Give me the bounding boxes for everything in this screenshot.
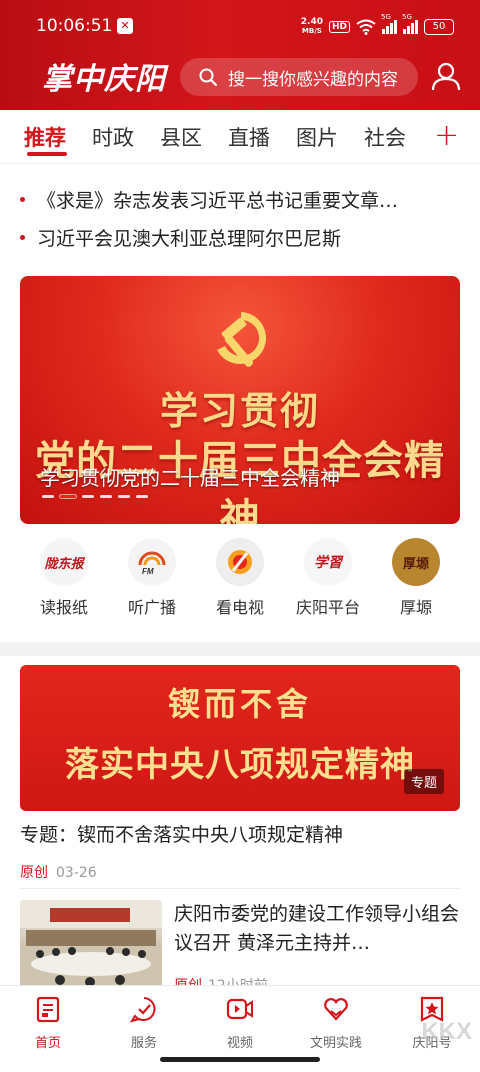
- add-channel-icon[interactable]: +: [434, 118, 459, 153]
- tab-counties[interactable]: 县区: [160, 122, 202, 152]
- shortcut-grid: 陇东报 读报纸 FM 听广播 看电视 学習 庆阳平台 厚塬 厚塬: [0, 538, 480, 624]
- carousel-dot-active[interactable]: [60, 495, 76, 498]
- search-icon: [199, 68, 218, 87]
- carousel-dot[interactable]: [136, 495, 148, 498]
- watermark: KKX: [421, 1018, 472, 1045]
- user-profile-icon[interactable]: [430, 60, 462, 92]
- carousel-dot[interactable]: [82, 495, 94, 498]
- tab-photos[interactable]: 图片: [296, 122, 338, 152]
- tv-logo-icon: [216, 538, 264, 586]
- notification-app-icon: ✕: [117, 18, 133, 34]
- shortcut-qingyang-platform[interactable]: 学習 庆阳平台: [283, 538, 373, 618]
- channel-tabs: 推荐 时政 县区 直播 图片 社会: [0, 110, 480, 164]
- radio-logo-icon: FM: [128, 538, 176, 586]
- status-icons: 2.40 MB/S HD 5G 5G 50: [300, 13, 454, 38]
- meeting-photo-icon: [20, 900, 162, 990]
- carousel-dot[interactable]: [42, 495, 54, 498]
- video-icon: [226, 998, 253, 1020]
- tab-live[interactable]: 直播: [228, 122, 270, 152]
- headline-text: 习近平会见澳大利亚总理阿尔巴尼斯: [37, 227, 342, 250]
- shortcut-label: 庆阳平台: [295, 598, 360, 617]
- headline-item[interactable]: 《求是》杂志发表习近平总书记重要文章…: [20, 182, 460, 216]
- houyuan-logo-icon: 厚塬: [392, 538, 440, 586]
- status-time: 10:06:51: [36, 16, 113, 36]
- hammer-sickle-icon: [217, 312, 267, 367]
- bullet-icon: [20, 234, 25, 240]
- search-bar[interactable]: 搜一搜你感兴趣的内容: [180, 58, 418, 96]
- tab-recommend[interactable]: 推荐: [24, 122, 66, 152]
- heart-hands-icon: [324, 998, 348, 1021]
- shortcut-houyuan[interactable]: 厚塬 厚塬: [371, 538, 461, 618]
- news-title[interactable]: 庆阳市委党的建设工作领导小组会议召开 黄泽元主持并…: [174, 900, 460, 958]
- active-tab-indicator: [27, 152, 67, 156]
- net-speed: 2.40 MB/S: [300, 17, 323, 36]
- svg-text:FM: FM: [142, 567, 154, 576]
- shortcut-label: 听广播: [127, 598, 176, 617]
- banner-carousel[interactable]: 学习贯彻 党的二十届三中全会精神 学习贯彻党的二十届三中全会精神: [20, 276, 460, 524]
- special-headline-2: 落实中央八项规定精神: [65, 745, 415, 785]
- tab-politics[interactable]: 时政: [92, 122, 134, 152]
- banner-caption: 学习贯彻党的二十届三中全会精神: [40, 466, 340, 490]
- publish-date: 03-26: [56, 865, 97, 881]
- search-placeholder: 搜一搜你感兴趣的内容: [228, 69, 398, 90]
- signal-icon-2: 5G: [402, 13, 418, 34]
- carousel-dot[interactable]: [100, 495, 112, 498]
- banner-headline-1: 学习贯彻: [159, 389, 320, 433]
- list-separator: [20, 888, 460, 889]
- shortcut-read-newspaper[interactable]: 陇东报 读报纸: [19, 538, 109, 618]
- headline-text: 《求是》杂志发表习近平总书记重要文章…: [37, 189, 399, 212]
- status-bar: 10:06:51 ✕ 2.40 MB/S HD 5G 5G 50: [0, 0, 480, 52]
- special-headline-1: 锲而不舍: [167, 685, 312, 723]
- signal-icon: 5G: [381, 13, 397, 34]
- nav-home[interactable]: 首页: [0, 994, 96, 1051]
- app-logo: 掌中庆阳: [42, 62, 166, 97]
- special-topic-banner[interactable]: 锲而不舍 落实中央八项规定精神 专题: [20, 665, 460, 811]
- nav-service[interactable]: 服务: [96, 994, 192, 1051]
- battery-icon: 50: [424, 19, 454, 35]
- shortcut-label: 看电视: [215, 598, 264, 617]
- special-topic-title[interactable]: 专题：锲而不舍落实中央八项规定精神: [20, 820, 343, 847]
- app-header: 10:06:51 ✕ 2.40 MB/S HD 5G 5G 50 掌中庆阳 搜一…: [0, 0, 480, 110]
- section-divider: [0, 642, 480, 656]
- newspaper-logo-icon: 陇东报: [40, 538, 88, 586]
- carousel-dots: [42, 495, 148, 498]
- app-screen: 10:06:51 ✕ 2.40 MB/S HD 5G 5G 50 掌中庆阳 搜一…: [0, 0, 480, 1072]
- home-indicator[interactable]: [160, 1057, 320, 1062]
- xuexi-logo-icon: 学習: [304, 538, 352, 586]
- tab-society[interactable]: 社会: [364, 122, 406, 152]
- bullet-icon: [20, 196, 25, 202]
- shortcut-watch-tv[interactable]: 看电视: [195, 538, 285, 618]
- hd-icon: HD: [328, 21, 350, 33]
- wifi-icon: [356, 19, 376, 35]
- shortcut-label: 厚塬: [399, 598, 432, 617]
- source-label: 原创: [20, 865, 48, 881]
- shortcut-label: 读报纸: [39, 598, 88, 617]
- special-meta: 原创 03-26: [20, 862, 97, 882]
- home-icon: [36, 996, 60, 1023]
- news-thumbnail[interactable]: [20, 900, 162, 990]
- carousel-dot[interactable]: [118, 495, 130, 498]
- special-tag-badge: 专题: [403, 769, 444, 794]
- nav-video[interactable]: 视频: [192, 994, 288, 1051]
- nav-civilization[interactable]: 文明实践: [288, 994, 384, 1051]
- headline-item[interactable]: 习近平会见澳大利亚总理阿尔巴尼斯: [20, 220, 460, 254]
- service-icon: [129, 997, 156, 1023]
- shortcut-listen-radio[interactable]: FM 听广播: [107, 538, 197, 618]
